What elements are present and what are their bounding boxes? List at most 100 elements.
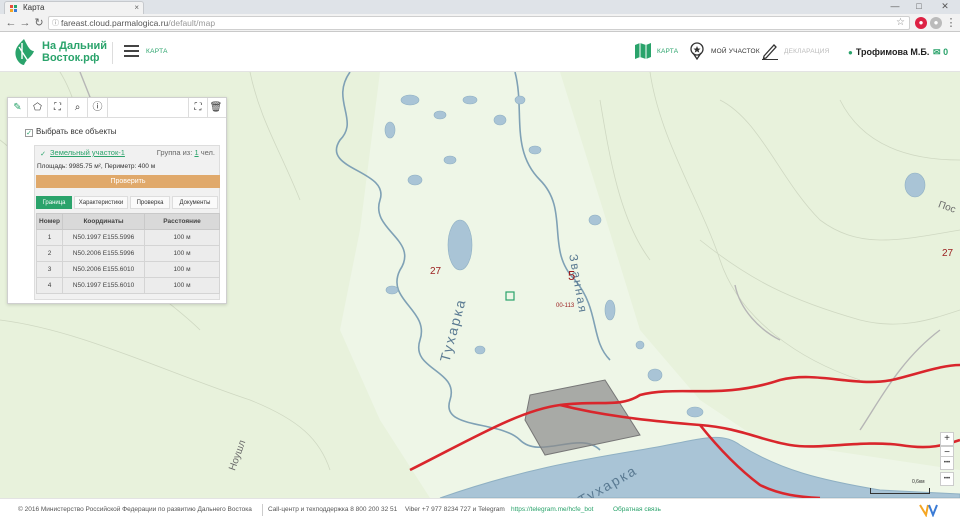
table-cell: 100 м bbox=[144, 277, 220, 294]
tab-documents[interactable]: Документы bbox=[172, 196, 218, 209]
table-cell: 100 м bbox=[144, 229, 220, 246]
window-maximize-button[interactable]: □ bbox=[908, 0, 930, 13]
nav-item-declaration[interactable]: ДЕКЛАРАЦИЯ bbox=[761, 40, 831, 64]
tab-close-icon[interactable]: × bbox=[134, 2, 139, 14]
nav-item-map[interactable]: КАРТА bbox=[634, 40, 694, 64]
user-name: Трофимова М.Б. bbox=[855, 47, 930, 57]
column-header[interactable]: Номер bbox=[36, 213, 63, 230]
user-icon: ● bbox=[848, 48, 853, 57]
tab-title: Карта bbox=[23, 3, 45, 12]
logo-line-2: Восток.рф bbox=[42, 52, 100, 64]
pencil-icon[interactable]: ✎ bbox=[8, 98, 28, 118]
info-icon[interactable]: ⓘ bbox=[88, 98, 108, 118]
logo-line-1: На Дальний bbox=[42, 40, 107, 52]
coordinates-table: Номер Координаты Расстояние 1 N50.1997 E… bbox=[36, 213, 220, 294]
search-icon[interactable]: ⌕ bbox=[68, 98, 88, 118]
tab-characteristics[interactable]: Характеристики bbox=[74, 196, 128, 209]
logo-icon[interactable] bbox=[10, 37, 38, 67]
reload-icon[interactable]: ↻ bbox=[32, 16, 46, 30]
checkbox-checked-icon: ✓ bbox=[25, 129, 33, 137]
user-menu[interactable]: ● Трофимова М.Б. bbox=[848, 47, 929, 57]
envelope-icon: ✉ bbox=[933, 47, 941, 57]
table-row[interactable]: 3 N50.2006 E155.6010 100 м bbox=[36, 261, 220, 278]
trash-icon[interactable]: 🗑 bbox=[206, 98, 226, 118]
footer: © 2016 Министерство Российской Федерации… bbox=[0, 498, 960, 520]
parcel-name-link[interactable]: Земельный участок-1 bbox=[50, 148, 125, 157]
url-input[interactable]: ⓘ fareast.cloud.parmalogica.ru/default/m… bbox=[48, 16, 910, 30]
pen-icon bbox=[762, 44, 778, 60]
app-header: На Дальний Восток.рф КАРТА КАРТА МОЙ УЧА… bbox=[0, 32, 960, 72]
group-prefix: Группа из: bbox=[156, 148, 193, 157]
more-options-button[interactable]: ••• bbox=[940, 456, 954, 470]
table-row[interactable]: 1 N50.1997 E155.5996 100 м bbox=[36, 229, 220, 246]
bookmark-star-icon[interactable]: ☆ bbox=[896, 17, 905, 29]
column-header[interactable]: Расстояние bbox=[144, 213, 220, 230]
column-header[interactable]: Координаты bbox=[62, 213, 145, 230]
logo-text[interactable]: На Дальний Восток.рф bbox=[42, 40, 107, 64]
group-suffix: чел. bbox=[200, 148, 215, 157]
checkbox-checked-icon[interactable]: ✓ bbox=[39, 151, 47, 159]
footer-divider bbox=[262, 504, 263, 516]
extension-icon[interactable]: ● bbox=[930, 17, 942, 29]
cadastral-code-label: 00-113 bbox=[556, 303, 575, 309]
messages-count: 0 bbox=[943, 47, 949, 57]
table-cell: 2 bbox=[36, 245, 63, 262]
table-cell: N50.1997 E155.5996 bbox=[62, 229, 145, 246]
header-divider bbox=[112, 42, 113, 64]
extension-icon[interactable]: ● bbox=[915, 17, 927, 29]
table-cell: 4 bbox=[36, 277, 63, 294]
nav-item-label: МОЙ УЧАСТОК bbox=[711, 48, 760, 55]
copyright-text: © 2016 Министерство Российской Федерации… bbox=[18, 506, 252, 513]
table-header-row: Номер Координаты Расстояние bbox=[36, 213, 220, 230]
select-all-checkbox[interactable]: ✓ Выбрать все объекты bbox=[25, 127, 117, 137]
polygon-icon[interactable]: ⬠ bbox=[28, 98, 48, 118]
crop-icon[interactable]: ⛶ bbox=[188, 98, 208, 118]
table-row[interactable]: 4 N50.1997 E155.6010 100 м bbox=[36, 277, 220, 294]
parcel-card-header: ✓ Земельный участок-1 Группа из: 1 чел. bbox=[35, 146, 219, 160]
favicon-icon bbox=[10, 5, 17, 12]
partner-logo-icon bbox=[919, 504, 938, 517]
area-perimeter-text: Площадь: 9985.75 м², Периметр: 400 м bbox=[37, 163, 156, 170]
hamburger-menu-icon[interactable] bbox=[124, 45, 139, 57]
browser-tab-bar: Карта × — □ ✕ bbox=[0, 0, 960, 14]
url-path: /default/map bbox=[168, 18, 216, 28]
group-count-link[interactable]: 1 bbox=[194, 148, 198, 157]
table-cell: N50.2006 E155.6010 bbox=[62, 261, 145, 278]
tab-boundary[interactable]: Граница bbox=[36, 196, 72, 209]
table-cell: 3 bbox=[36, 261, 63, 278]
section-title: КАРТА bbox=[146, 48, 168, 55]
select-all-label: Выбрать все объекты bbox=[36, 127, 117, 136]
nav-item-my-plot[interactable]: МОЙ УЧАСТОК bbox=[688, 40, 760, 64]
table-cell: 1 bbox=[36, 229, 63, 246]
scale-label: 0,6км bbox=[912, 479, 925, 485]
url-host: fareast.cloud.parmalogica.ru bbox=[61, 18, 169, 28]
table-row[interactable]: 2 N50.2006 E155.5996 100 м bbox=[36, 245, 220, 262]
parcel-card: ✓ Земельный участок-1 Группа из: 1 чел. П… bbox=[34, 145, 220, 300]
window-close-button[interactable]: ✕ bbox=[934, 0, 956, 13]
messages-button[interactable]: ✉ 0 bbox=[933, 47, 948, 58]
elevation-label: 5 bbox=[568, 268, 576, 283]
parcel-tabs: Граница Характеристики Проверка Документ… bbox=[35, 196, 219, 209]
forward-arrow-icon[interactable]: → bbox=[18, 16, 32, 30]
browser-address-bar: ← → ↻ ⓘ fareast.cloud.parmalogica.ru/def… bbox=[0, 14, 960, 32]
rectangle-icon[interactable]: ⛶ bbox=[48, 98, 68, 118]
more-options-button[interactable]: ••• bbox=[940, 472, 954, 486]
zoom-in-button[interactable]: + bbox=[940, 432, 954, 446]
callcenter-text: Call-центр и техподдержка 8 800 200 32 5… bbox=[268, 506, 398, 513]
browser-tab[interactable]: Карта × bbox=[4, 1, 144, 14]
window-minimize-button[interactable]: — bbox=[884, 0, 906, 13]
table-cell: N50.1997 E155.6010 bbox=[62, 277, 145, 294]
tab-check[interactable]: Проверка bbox=[130, 196, 170, 209]
check-button[interactable]: Проверить bbox=[36, 175, 220, 188]
page-info-icon[interactable]: ⓘ bbox=[52, 18, 59, 30]
group-info: Группа из: 1 чел. bbox=[157, 146, 215, 160]
table-cell: 100 м bbox=[144, 261, 220, 278]
feedback-link[interactable]: Обратная связь bbox=[613, 499, 661, 520]
scale-bar bbox=[870, 488, 930, 494]
elevation-label: 27 bbox=[430, 266, 442, 277]
nav-item-label: ДЕКЛАРАЦИЯ bbox=[784, 48, 830, 55]
map-icon bbox=[635, 43, 651, 59]
telegram-link[interactable]: https://telegram.me/hcfe_bot bbox=[511, 499, 593, 520]
browser-menu-icon[interactable]: ⋮ bbox=[944, 16, 958, 30]
back-arrow-icon[interactable]: ← bbox=[4, 16, 18, 30]
